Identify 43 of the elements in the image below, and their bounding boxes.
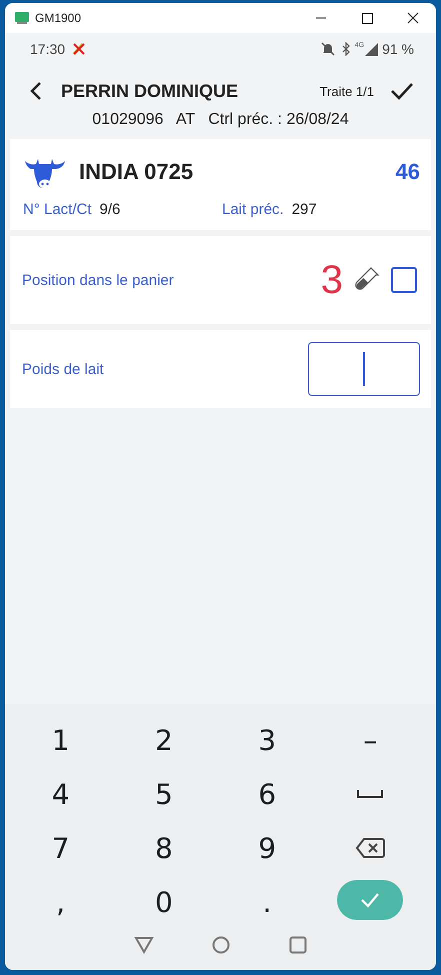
window-title: GM1900 bbox=[35, 11, 82, 25]
signal-icon bbox=[364, 42, 378, 56]
key[interactable]: 8 bbox=[124, 826, 204, 870]
backspace-icon bbox=[355, 837, 386, 859]
back-nav-icon[interactable] bbox=[134, 936, 154, 954]
key[interactable]: . bbox=[227, 880, 308, 924]
battery-level: 91 % bbox=[382, 41, 414, 57]
page-title: PERRIN DOMINIQUE bbox=[61, 80, 240, 102]
key[interactable]: 4 bbox=[20, 772, 101, 816]
key[interactable]: 6 bbox=[227, 772, 308, 816]
animal-name: INDIA 0725 bbox=[79, 159, 194, 185]
checkbox[interactable] bbox=[391, 267, 417, 293]
status-time: 17:30 bbox=[30, 41, 66, 57]
field-value: 297 bbox=[292, 201, 317, 218]
weight-input[interactable] bbox=[308, 342, 420, 396]
bluetooth-icon bbox=[340, 42, 351, 56]
home-nav-icon[interactable] bbox=[212, 936, 230, 954]
key[interactable]: 5 bbox=[124, 772, 204, 816]
recents-nav-icon[interactable] bbox=[288, 936, 307, 954]
key[interactable]: – bbox=[330, 718, 410, 762]
key[interactable]: 7 bbox=[20, 826, 101, 870]
key[interactable]: 9 bbox=[227, 826, 308, 870]
field-label: Position dans le panier bbox=[22, 272, 175, 288]
animal-subtitle: 01029096 AT Ctrl préc. : 26/08/24 bbox=[91, 111, 350, 129]
check-icon[interactable] bbox=[390, 81, 414, 101]
basket-position: 3 bbox=[320, 258, 343, 302]
milking-label: Traite 1/1 bbox=[320, 84, 374, 98]
check-icon bbox=[360, 892, 380, 908]
app-icon bbox=[15, 12, 29, 24]
key[interactable]: 2 bbox=[124, 718, 204, 762]
crossed-tool-icon bbox=[71, 41, 88, 57]
key[interactable]: 3 bbox=[227, 718, 308, 762]
field-label: N° Lact/Ct bbox=[23, 201, 92, 218]
field-value: 9/6 bbox=[100, 201, 120, 218]
key[interactable]: 0 bbox=[124, 880, 204, 924]
back-icon[interactable] bbox=[29, 81, 43, 101]
muted-bell-icon bbox=[320, 42, 335, 56]
field-label: Lait préc. bbox=[222, 201, 284, 218]
key[interactable]: 1 bbox=[20, 718, 101, 762]
space-icon bbox=[357, 789, 384, 799]
animal-number: 46 bbox=[396, 159, 420, 185]
field-label: Poids de lait bbox=[22, 360, 105, 378]
key[interactable]: , bbox=[20, 880, 101, 924]
